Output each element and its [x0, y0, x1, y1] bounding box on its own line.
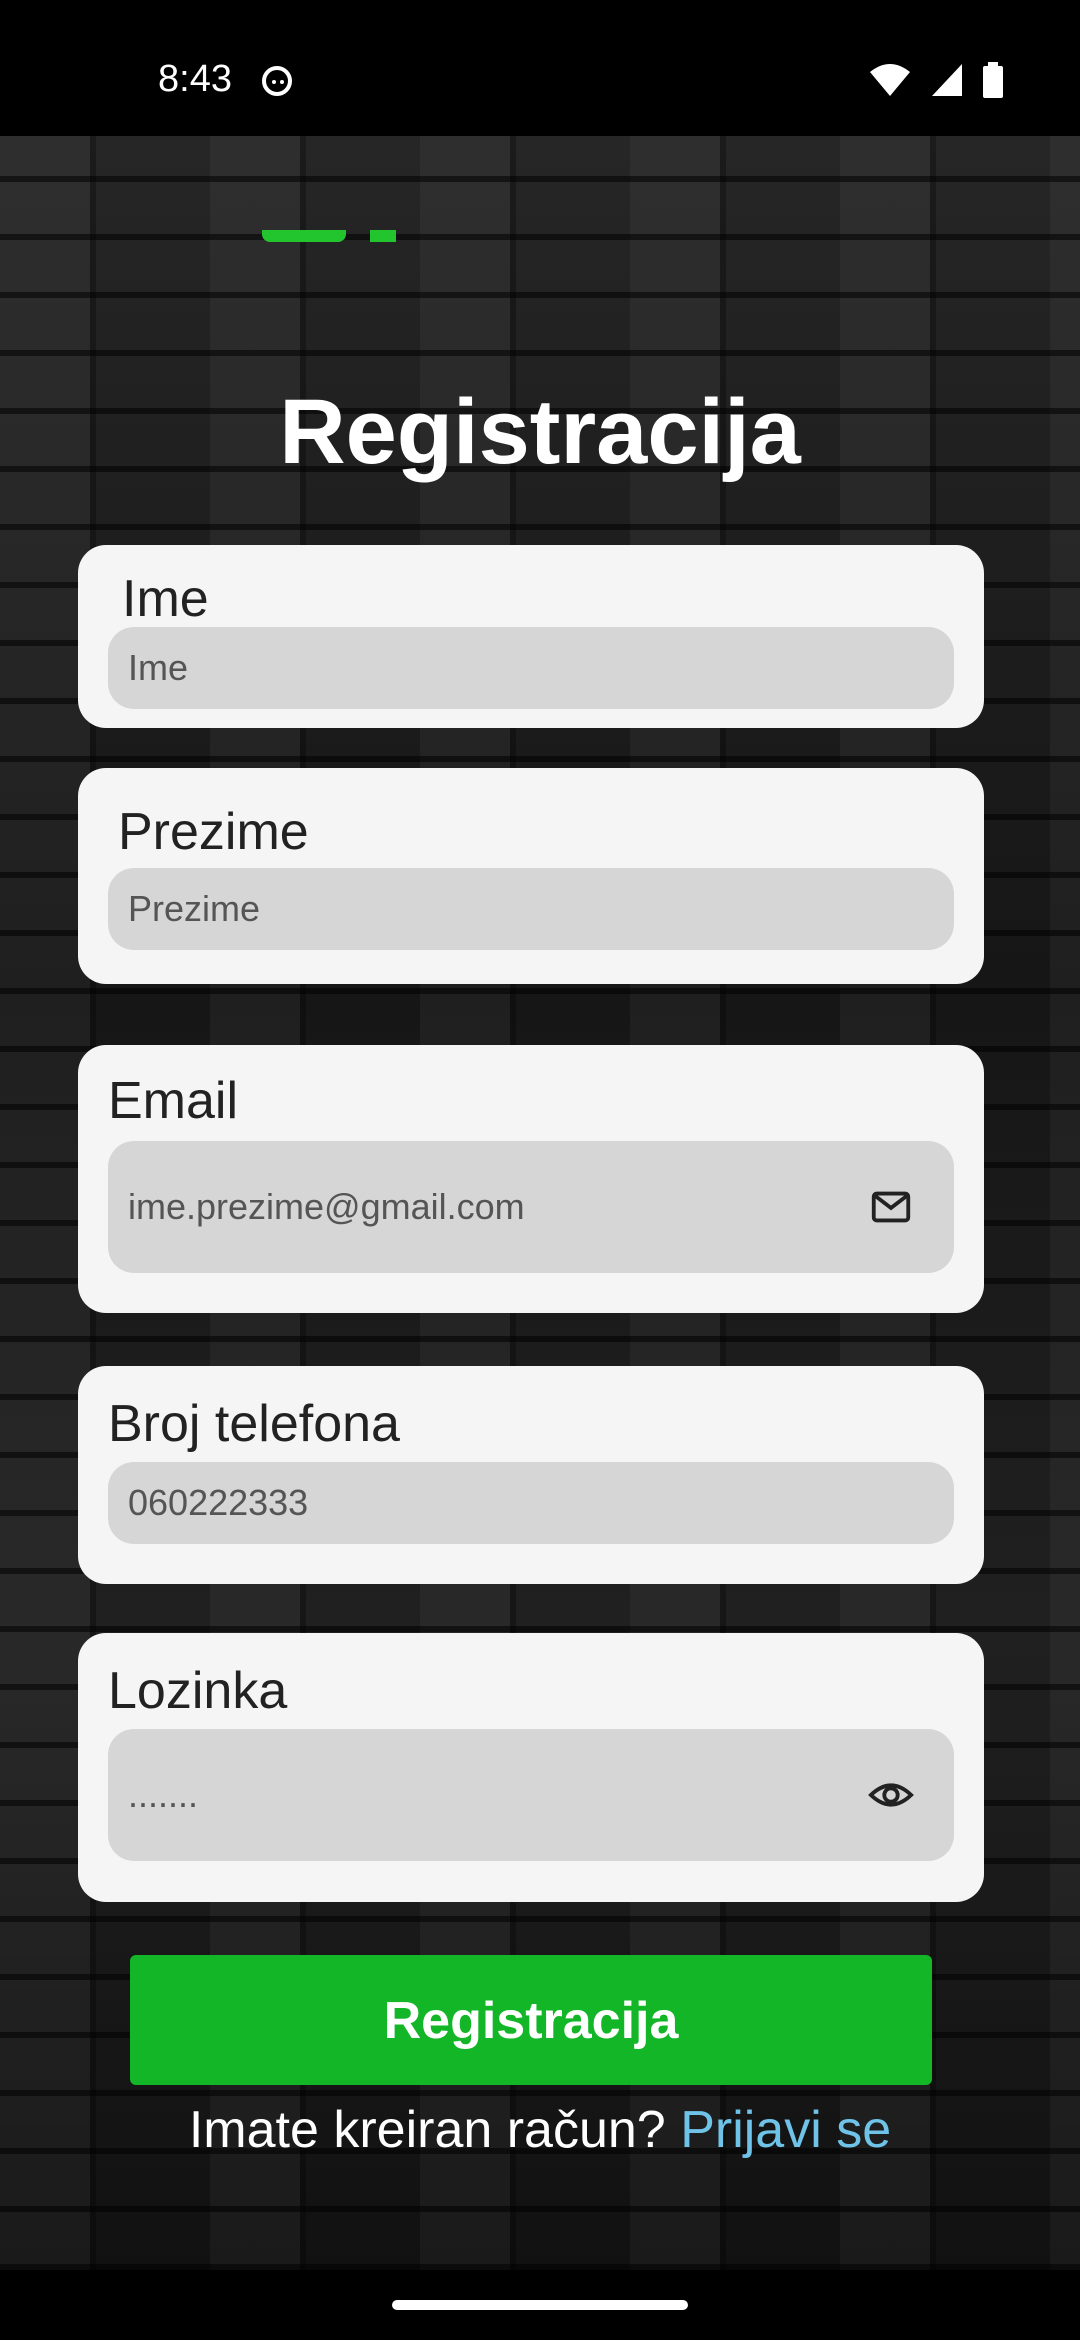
password-label: Lozinka	[108, 1662, 288, 1720]
email-card: Email ime.prezime@gmail.com	[78, 1045, 984, 1313]
status-icons	[868, 62, 1004, 98]
eye-icon[interactable]	[868, 1772, 914, 1818]
first-name-input[interactable]: Ime	[108, 627, 954, 709]
battery-icon	[983, 62, 1003, 98]
wifi-icon	[870, 64, 910, 96]
last-name-card: Prezime Prezime	[78, 768, 984, 984]
status-bar: 8:43	[0, 0, 1080, 136]
login-link[interactable]: Prijavi se	[680, 2101, 891, 2159]
last-name-label: Prezime	[118, 803, 309, 861]
signal-icon	[932, 64, 962, 96]
phone-placeholder: 060222333	[128, 1482, 309, 1523]
password-placeholder: .......	[128, 1774, 199, 1815]
phone-card: Broj telefona 060222333	[78, 1366, 984, 1584]
login-prompt: Imate kreiran račun? Prijavi se	[0, 2100, 1080, 2160]
notification-face-icon	[262, 66, 292, 96]
first-name-placeholder: Ime	[128, 647, 189, 688]
phone-input[interactable]: 060222333	[108, 1462, 954, 1544]
mail-icon	[871, 1191, 911, 1223]
password-input[interactable]: .......	[108, 1729, 954, 1861]
last-name-placeholder: Prezime	[128, 888, 261, 929]
phone-label: Broj telefona	[108, 1395, 400, 1453]
logo-fragment	[370, 230, 396, 242]
register-button[interactable]: Registracija	[130, 1955, 932, 2085]
password-card: Lozinka .......	[78, 1633, 984, 1902]
email-placeholder: ime.prezime@gmail.com	[128, 1186, 525, 1227]
home-gesture-handle[interactable]	[392, 2300, 688, 2310]
email-label: Email	[108, 1072, 239, 1130]
have-account-text: Imate kreiran račun?	[188, 2101, 666, 2159]
email-input[interactable]: ime.prezime@gmail.com	[108, 1141, 954, 1273]
page-title: Registracija	[279, 381, 801, 483]
first-name-label: Ime	[122, 570, 209, 628]
logo-fragment	[262, 230, 346, 242]
status-time: 8:43	[158, 58, 232, 100]
first-name-card: Ime Ime	[78, 545, 984, 728]
last-name-input[interactable]: Prezime	[108, 868, 954, 950]
